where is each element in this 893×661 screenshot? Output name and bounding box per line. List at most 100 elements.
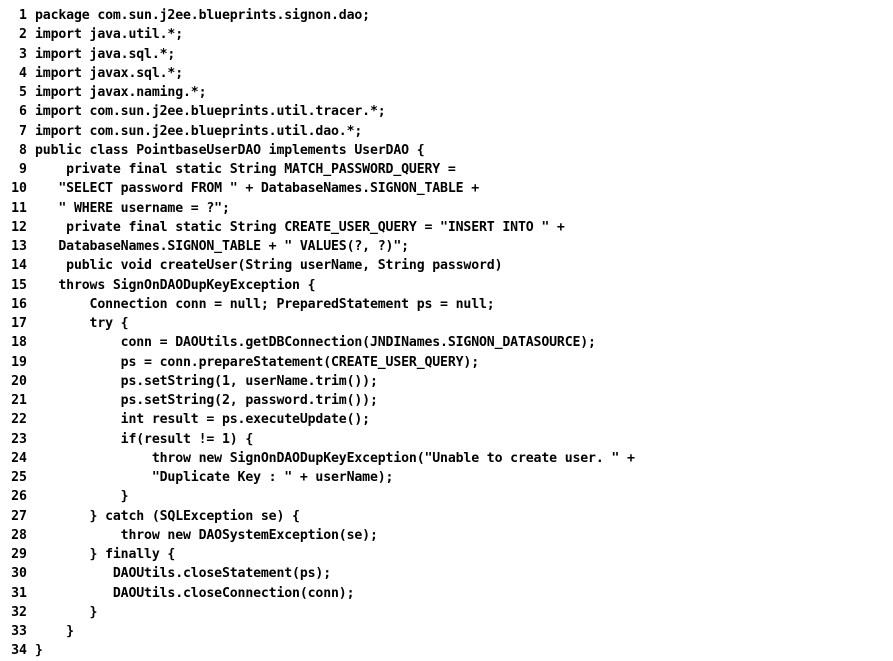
code-text: } catch (SQLException se) { — [35, 508, 300, 524]
code-text: DatabaseNames.SIGNON_TABLE + " VALUES(?,… — [35, 239, 409, 254]
code-line: 29 } finally { — [0, 545, 893, 564]
line-number: 25 — [11, 470, 27, 485]
code-text: int result = ps.executeUpdate(); — [35, 412, 370, 428]
code-line: 8 public class PointbaseUserDAO implement… — [0, 141, 893, 160]
code-text: } — [35, 643, 43, 659]
line-number: 3 — [19, 46, 27, 62]
code-line: 15 throws SignOnDAODupKeyException { — [0, 276, 893, 295]
code-text: import java.sql.*; — [35, 46, 176, 62]
line-number: 7 — [19, 123, 27, 139]
code-text: try { — [35, 316, 129, 331]
line-number: 2 — [19, 27, 27, 43]
code-listing: 1 package com.sun.j2ee.blueprints.signon.… — [0, 0, 893, 658]
code-text: private final static String MATCH_PASSWO… — [35, 162, 456, 177]
code-line: 26 } — [0, 487, 893, 506]
line-number: 13 — [11, 239, 27, 254]
line-number: 31 — [11, 585, 27, 601]
code-text: import com.sun.j2ee.blueprints.util.trac… — [35, 104, 386, 120]
code-line: 27 } catch (SQLException se) { — [0, 507, 893, 526]
line-number: 20 — [11, 373, 27, 389]
code-text: "SELECT password FROM " + DatabaseNames.… — [35, 181, 480, 197]
code-line: 14 public void createUser(String userNam… — [0, 256, 893, 275]
code-line: 32 } — [0, 603, 893, 622]
code-line: 34} — [0, 641, 893, 660]
code-text: public class PointbaseUserDAO implements… — [35, 142, 425, 158]
code-line: 31 DAOUtils.closeConnection(conn); — [0, 584, 893, 603]
code-line: 1 package com.sun.j2ee.blueprints.signon.… — [0, 6, 893, 25]
line-number: 4 — [19, 65, 27, 81]
code-line: 20 ps.setString(1, userName.trim()); — [0, 372, 893, 391]
code-lines-container: 1 package com.sun.j2ee.blueprints.signon.… — [0, 6, 893, 661]
code-text: if(result != 1) { — [35, 431, 254, 447]
code-text: ps.setString(2, password.trim()); — [35, 393, 378, 408]
code-text: throws SignOnDAODupKeyException { — [35, 277, 316, 293]
line-number: 11 — [11, 200, 27, 216]
line-number: 12 — [11, 219, 27, 235]
line-number: 6 — [19, 104, 27, 120]
code-line: 13 DatabaseNames.SIGNON_TABLE + " VALUES… — [0, 237, 893, 256]
line-number: 8 — [19, 142, 27, 158]
line-number: 18 — [11, 335, 27, 351]
code-line: 33 } — [0, 622, 893, 641]
code-text: DAOUtils.closeStatement(ps); — [35, 566, 332, 582]
code-line: 12 private final static String CREATE_US… — [0, 218, 893, 237]
code-text: "Duplicate Key : " + userName); — [35, 470, 394, 485]
code-line: 5 import javax.naming.*; — [0, 83, 893, 102]
line-number: 23 — [11, 431, 27, 447]
line-number: 21 — [11, 393, 27, 408]
code-line: 11 " WHERE username = ?"; — [0, 199, 893, 218]
code-line: 4 import javax.sql.*; — [0, 64, 893, 83]
code-text: } finally { — [35, 547, 176, 562]
line-number: 15 — [11, 277, 27, 293]
code-line: 23 if(result != 1) { — [0, 430, 893, 449]
line-number: 33 — [11, 624, 27, 639]
line-number: 30 — [11, 566, 27, 582]
code-text: private final static String CREATE_USER_… — [35, 219, 565, 235]
line-number: 32 — [11, 604, 27, 620]
code-text: import javax.naming.*; — [35, 85, 207, 100]
code-text: Connection conn = null; PreparedStatemen… — [35, 296, 495, 312]
code-text: throw new DAOSystemException(se); — [35, 527, 378, 543]
code-text: import java.util.*; — [35, 27, 184, 43]
code-line: 2 import java.util.*; — [0, 25, 893, 44]
line-number: 17 — [11, 316, 27, 331]
code-text: } — [35, 624, 74, 639]
line-number: 14 — [11, 258, 27, 274]
code-text: import com.sun.j2ee.blueprints.util.dao.… — [35, 123, 363, 139]
line-number: 27 — [11, 508, 27, 524]
line-number: 16 — [11, 296, 27, 312]
code-line: 10 "SELECT password FROM " + DatabaseNam… — [0, 179, 893, 198]
code-text: } — [35, 489, 129, 505]
code-line: 17 try { — [0, 314, 893, 333]
code-text: ps.setString(1, userName.trim()); — [35, 373, 378, 389]
code-line: 18 conn = DAOUtils.getDBConnection(JNDIN… — [0, 333, 893, 352]
code-line: 6 import com.sun.j2ee.blueprints.util.tra… — [0, 102, 893, 121]
line-number: 22 — [11, 412, 27, 428]
code-line: 9 private final static String MATCH_PASS… — [0, 160, 893, 179]
line-number: 9 — [19, 162, 27, 177]
code-text: throw new SignOnDAODupKeyException("Unab… — [35, 450, 635, 466]
code-text: ps = conn.prepareStatement(CREATE_USER_Q… — [35, 354, 480, 370]
line-number: 1 — [19, 8, 27, 23]
code-line: 16 Connection conn = null; PreparedState… — [0, 295, 893, 314]
line-number: 29 — [11, 547, 27, 562]
code-text: import javax.sql.*; — [35, 65, 184, 81]
code-line: 28 throw new DAOSystemException(se); — [0, 526, 893, 545]
code-line: 22 int result = ps.executeUpdate(); — [0, 410, 893, 429]
code-text: package com.sun.j2ee.blueprints.signon.d… — [35, 8, 370, 23]
code-line: 30 DAOUtils.closeStatement(ps); — [0, 564, 893, 583]
code-line: 7 import com.sun.j2ee.blueprints.util.dao… — [0, 122, 893, 141]
code-line: 3 import java.sql.*; — [0, 45, 893, 64]
line-number: 10 — [11, 181, 27, 197]
line-number: 24 — [11, 450, 27, 466]
code-text: DAOUtils.closeConnection(conn); — [35, 585, 355, 601]
code-text: } — [35, 604, 98, 620]
code-text: public void createUser(String userName, … — [35, 258, 503, 274]
line-number: 34 — [11, 643, 27, 659]
code-line: 24 throw new SignOnDAODupKeyException("U… — [0, 449, 893, 468]
code-text: conn = DAOUtils.getDBConnection(JNDIName… — [35, 335, 596, 351]
line-number: 26 — [11, 489, 27, 505]
line-number: 5 — [19, 85, 27, 100]
code-text: " WHERE username = ?"; — [35, 200, 230, 216]
code-line: 25 "Duplicate Key : " + userName); — [0, 468, 893, 487]
